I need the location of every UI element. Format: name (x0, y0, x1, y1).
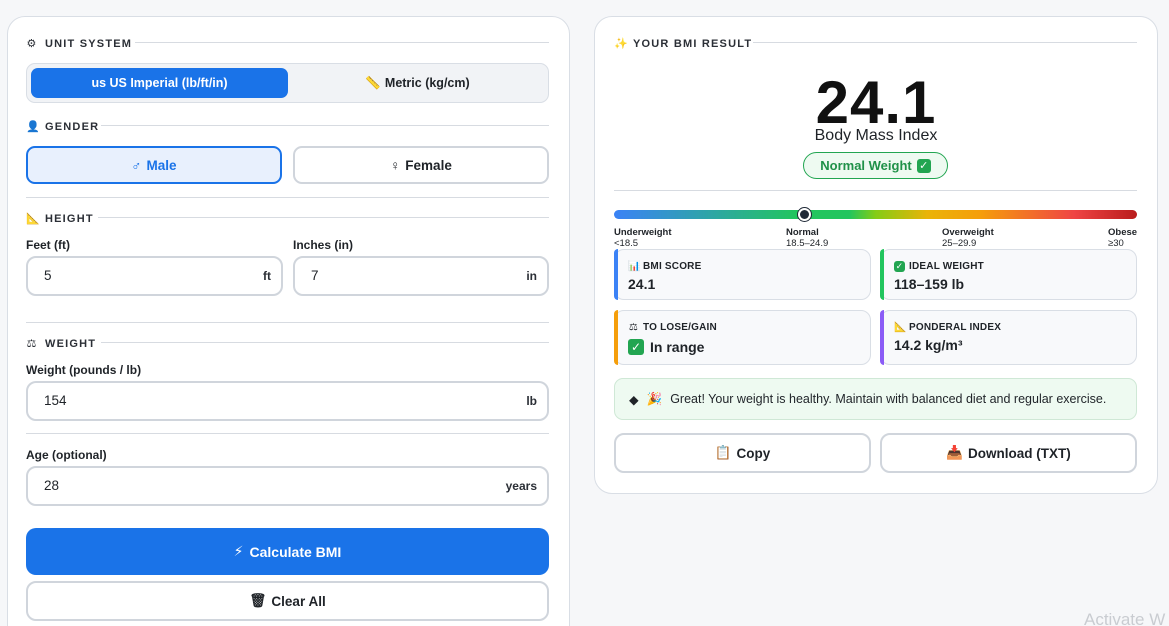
unit-system-heading: ⚙ UNIT SYSTEM (26, 37, 133, 51)
check-icon: ✓ (628, 339, 644, 355)
bmi-score-card: 📊 BMI SCORE 24.1 (614, 249, 871, 300)
weight-unit: lb (526, 394, 537, 408)
section-divider (135, 42, 549, 43)
bmi-scale-marker (797, 208, 811, 221)
gender-male-button[interactable]: ♂ Male (26, 146, 282, 184)
lose-gain-value: In range (650, 339, 705, 355)
advice-message: ◆ 🎉 Great! Your weight is healthy. Maint… (614, 378, 1137, 420)
download-button[interactable]: 📥 Download (TXT) (880, 433, 1137, 473)
unit-system-toggle: us US Imperial (lb/ft/in) 📏 Metric (kg/c… (26, 63, 549, 103)
calculate-bmi-button[interactable]: ⚡ Calculate BMI (26, 528, 549, 575)
scale-label-normal: Normal 18.5–24.9 (786, 227, 829, 249)
copy-button[interactable]: 📋 Copy (614, 433, 871, 473)
inches-unit: in (526, 269, 537, 283)
ruler-icon: 📏 (365, 75, 381, 90)
weight-field: lb (26, 381, 549, 421)
result-heading: ✨ YOUR BMI RESULT (614, 37, 753, 51)
age-label: Age (optional) (26, 448, 107, 462)
scale-icon: ⚖ (26, 338, 38, 350)
feet-unit: ft (263, 269, 271, 283)
party-icon: 🎉 (646, 391, 663, 406)
person-icon: 👤 (26, 121, 41, 133)
scale-label-obese: Obese ≥30 (1108, 227, 1138, 249)
bar-chart-icon: 📊 (628, 261, 641, 272)
age-input[interactable] (44, 478, 408, 493)
inches-field: in (293, 256, 549, 296)
age-unit: years (505, 479, 537, 493)
lose-gain-card: ⚖ TO LOSE/GAIN ✓ In range (614, 310, 871, 365)
gender-female-button[interactable]: ♀ Female (293, 146, 549, 184)
male-icon: ♂ (131, 157, 142, 173)
category-badge: Normal Weight ✓ (803, 152, 948, 179)
ponderal-index-value: 14.2 kg/m³ (894, 337, 963, 353)
feet-field: ft (26, 256, 283, 296)
age-field: years (26, 466, 549, 506)
bmi-caption: Body Mass Index (814, 127, 938, 144)
ideal-weight-value: 118–159 lb (894, 276, 965, 292)
inches-label: Inches (in) (293, 238, 354, 252)
section-separator (26, 433, 549, 434)
section-divider (101, 342, 549, 343)
scale-icon: ⚖ (628, 322, 639, 333)
section-separator (26, 197, 549, 198)
female-icon: ♀ (390, 157, 401, 173)
section-separator (614, 190, 1137, 191)
height-heading: 📐 HEIGHT (26, 212, 94, 226)
activate-windows-watermark: Activate W (1084, 610, 1166, 626)
clear-all-button[interactable]: 🗑 Clear All (26, 581, 549, 621)
imperial-unit-button[interactable]: us US Imperial (lb/ft/in) (31, 68, 288, 98)
sparkle-icon: ✨ (614, 38, 629, 50)
feet-input[interactable] (44, 268, 222, 283)
unknown-glyph-icon: ◆ (629, 392, 639, 407)
weight-heading: ⚖ WEIGHT (26, 337, 97, 351)
scale-label-overweight: Overweight 25–29.9 (942, 227, 994, 249)
section-divider (98, 217, 549, 218)
gender-heading: 👤 GENDER (26, 120, 100, 134)
download-icon: 📥 (946, 445, 964, 460)
section-divider (753, 42, 1137, 43)
triangle-ruler-icon: 📐 (894, 322, 907, 333)
clipboard-icon: 📋 (714, 445, 732, 460)
lightning-icon: ⚡ (233, 543, 244, 559)
feet-label: Feet (ft) (26, 238, 70, 252)
ponderal-index-card: 📐 PONDERAL INDEX 14.2 kg/m³ (880, 310, 1137, 365)
inches-input[interactable] (311, 268, 488, 283)
scale-label-underweight: Underweight <18.5 (614, 227, 672, 249)
ideal-weight-card: ✓ IDEAL WEIGHT 118–159 lb (880, 249, 1137, 300)
bmi-score-value: 24.1 (628, 276, 656, 292)
section-separator (26, 322, 549, 323)
check-icon: ✓ (894, 261, 905, 272)
metric-unit-button[interactable]: 📏 Metric (kg/cm) (289, 68, 546, 98)
advice-text: Great! Your weight is healthy. Maintain … (670, 392, 1107, 406)
weight-input[interactable] (44, 393, 408, 408)
triangle-ruler-icon: 📐 (26, 213, 41, 225)
weight-label: Weight (pounds / lb) (26, 363, 142, 377)
settings-icon: ⚙ (26, 38, 38, 50)
check-icon: ✓ (916, 158, 931, 173)
trash-icon: 🗑 (249, 593, 267, 608)
section-divider (101, 125, 549, 126)
bmi-scale-bar (614, 210, 1137, 219)
